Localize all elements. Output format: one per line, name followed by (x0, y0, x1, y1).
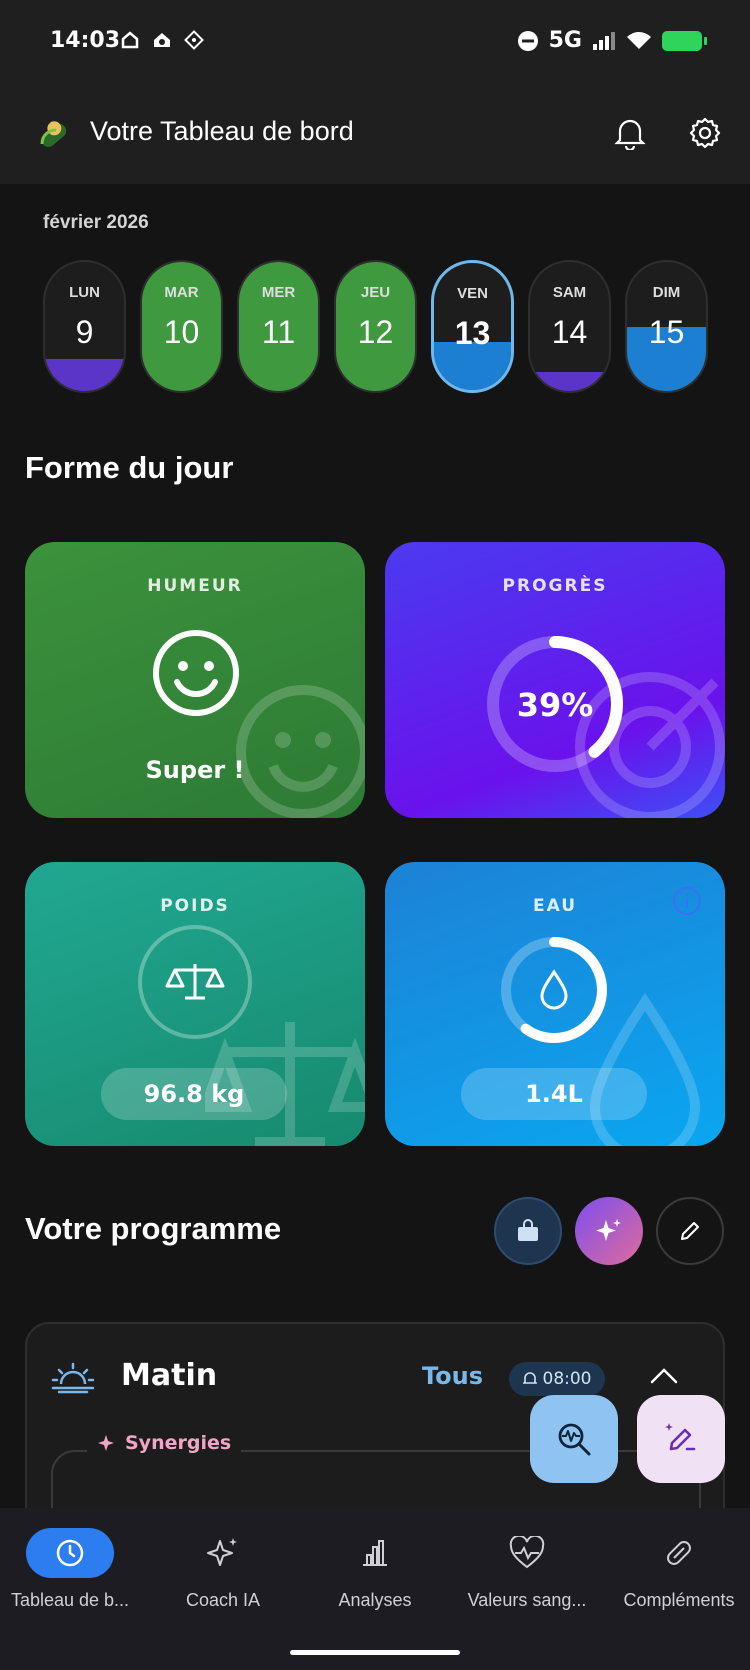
search-pulse-icon (558, 1423, 591, 1456)
alarm-bell-icon (522, 1372, 537, 1384)
day-jeu[interactable]: JEU 12 (334, 260, 417, 393)
filter-all-link[interactable]: Tous (422, 1362, 483, 1390)
signal-icon (593, 31, 615, 50)
smiley-decoration-icon (236, 685, 365, 818)
home-indicator[interactable] (290, 1650, 460, 1655)
day-name: VEN (457, 285, 488, 302)
smiley-icon (153, 630, 239, 716)
ai-sparkle-button[interactable] (575, 1197, 643, 1265)
sparkle-icon (98, 1435, 114, 1451)
poids-value: 96.8 kg (101, 1068, 287, 1120)
nav-label: Coach IA (185, 1590, 261, 1610)
shop-button[interactable] (494, 1197, 562, 1265)
nav-coach-ia[interactable]: Coach IA (148, 1528, 298, 1611)
section-title-matin: Matin (121, 1358, 218, 1393)
gear-icon[interactable] (688, 116, 722, 150)
day-fill (530, 371, 609, 391)
water-drop-icon (540, 969, 568, 1010)
nav-valeurs-sanguines[interactable]: Valeurs sang... (452, 1528, 602, 1611)
day-name: LUN (69, 284, 100, 301)
day-sam[interactable]: SAM 14 (528, 260, 611, 393)
shopping-bag-icon (518, 1219, 538, 1241)
alarm-time: 08:00 (542, 1369, 592, 1389)
analysis-search-fab[interactable] (530, 1395, 618, 1483)
wifi-icon (627, 31, 651, 49)
humeur-label: HUMEUR (147, 576, 243, 596)
day-dim[interactable]: DIM 15 (625, 260, 708, 393)
app-bar: Votre Tableau de bord (0, 88, 750, 184)
diamond-app-icon (184, 30, 204, 50)
page-title: Votre Tableau de bord (90, 116, 354, 146)
humeur-value: Super ! (145, 756, 245, 784)
alarm-time-badge[interactable]: 08:00 (509, 1362, 605, 1396)
day-date: 12 (357, 314, 394, 350)
day-date: 13 (454, 315, 491, 351)
sparkles-icon (596, 1219, 621, 1241)
day-name: MAR (164, 284, 199, 301)
day-date: 14 (551, 314, 588, 350)
progres-value: 39% (516, 686, 594, 724)
day-ven[interactable]: VEN 13 (431, 260, 514, 393)
app-logo-icon (40, 121, 67, 147)
eau-value: 1.4L (461, 1068, 647, 1120)
day-date: 9 (75, 314, 94, 350)
poids-label: POIDS (160, 896, 230, 916)
section-title-programme: Votre programme (25, 1211, 282, 1246)
home-app-icon (154, 33, 170, 47)
day-name: DIM (652, 284, 681, 301)
clock-icon (56, 1539, 84, 1567)
sparkles-icon (207, 1538, 237, 1566)
bell-icon[interactable] (614, 116, 646, 150)
nav-label: Analyses (338, 1590, 412, 1610)
status-time: 14:03 (50, 28, 121, 53)
synergies-label: Synergies (87, 1432, 242, 1454)
nav-complements[interactable]: Compléments (604, 1528, 750, 1611)
status-bar: 14:03 5G (0, 0, 750, 88)
water-ring (501, 937, 607, 1043)
status-notification-icons (120, 30, 204, 50)
progres-label: PROGRÈS (502, 576, 608, 596)
day-name: MER (261, 284, 296, 301)
battery-icon (662, 30, 707, 51)
nav-label: Valeurs sang... (467, 1590, 587, 1610)
pencil-icon (681, 1222, 699, 1240)
humeur-card[interactable]: HUMEUR Super ! (25, 542, 365, 818)
nav-analyses[interactable]: Analyses (300, 1528, 450, 1611)
month-label: février 2026 (43, 212, 149, 233)
nav-label: Compléments (623, 1590, 735, 1610)
day-date: 11 (261, 314, 296, 350)
scale-icon (138, 925, 252, 1039)
synergies-text: Synergies (125, 1432, 232, 1454)
chevron-up-icon[interactable] (649, 1366, 679, 1386)
nav-label: Tableau de b... (10, 1590, 130, 1610)
eau-card[interactable]: EAU 1.4L (385, 862, 725, 1146)
network-type: 5G (548, 28, 582, 53)
home-icon (121, 31, 139, 49)
section-title-forme: Forme du jour (25, 450, 234, 485)
poids-card[interactable]: POIDS 96.8 kg (25, 862, 365, 1146)
day-mar[interactable]: MAR 10 (140, 260, 223, 393)
heart-pulse-icon (509, 1536, 545, 1569)
eau-label: EAU (532, 896, 578, 916)
bottom-navigation: Tableau de b... Coach IA Analyses Valeur… (0, 1508, 750, 1670)
progres-card[interactable]: PROGRÈS 39% (385, 542, 725, 818)
quick-edit-fab[interactable] (637, 1395, 725, 1483)
day-mer[interactable]: MER 11 (237, 260, 320, 393)
sunrise-icon (51, 1362, 95, 1394)
day-date: 10 (163, 314, 200, 350)
day-fill (45, 358, 124, 391)
week-strip: LUN 9 MAR 10 MER 11 JEU 12 VEN 13 SAM 14 DIM 15 (43, 260, 708, 393)
dnd-icon (517, 30, 538, 51)
bar-chart-icon (363, 1540, 387, 1566)
pill-icon (667, 1541, 691, 1565)
day-lun[interactable]: LUN 9 (43, 260, 126, 393)
edit-sparkle-icon (665, 1423, 696, 1451)
edit-program-button[interactable] (656, 1197, 724, 1265)
day-date: 15 (648, 314, 685, 350)
day-name: SAM (552, 284, 587, 301)
nav-tableau-de-bord[interactable]: Tableau de b... (0, 1528, 145, 1611)
day-name: JEU (360, 284, 391, 301)
